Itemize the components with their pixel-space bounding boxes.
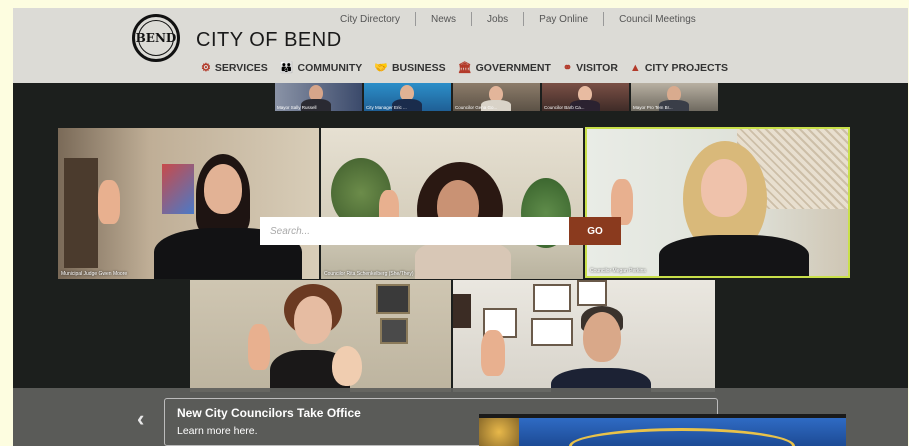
nav-item-government[interactable]: 🏛 GOVERNMENT bbox=[457, 61, 551, 75]
nav-label: CITY PROJECTS bbox=[644, 61, 729, 74]
thumbnail-city-manager[interactable]: City Manager Eric ... bbox=[364, 83, 451, 111]
slide-learn-more-link[interactable]: Learn more here. bbox=[177, 425, 258, 437]
seal-text: BEND bbox=[135, 31, 177, 45]
embedded-video-preview[interactable] bbox=[479, 414, 846, 446]
site-header: BEND CITY OF BEND City Directory News Jo… bbox=[13, 8, 908, 83]
binoculars-icon: ⚭ bbox=[562, 62, 573, 74]
util-link-jobs[interactable]: Jobs bbox=[472, 14, 523, 25]
utility-nav: City Directory News Jobs Pay Online Coun… bbox=[325, 12, 711, 26]
thumbnail-label: City Manager Eric ... bbox=[366, 105, 407, 110]
traffic-cone-icon: ▲ bbox=[629, 61, 641, 74]
nav-label: VISITOR bbox=[576, 61, 618, 74]
nav-item-services[interactable]: ⚙ SERVICES bbox=[201, 61, 268, 75]
video-tile-councilor-bottom-left bbox=[190, 280, 451, 392]
thumbnail-councilor-gena[interactable]: Councilor Gena Go... bbox=[453, 83, 540, 111]
nav-item-city-projects[interactable]: ▲ CITY PROJECTS bbox=[630, 62, 728, 74]
video-caption: Municipal Judge Gwen Moore bbox=[61, 271, 128, 277]
video-tile-judge: Municipal Judge Gwen Moore bbox=[58, 128, 319, 279]
nav-label: COMMUNITY bbox=[297, 61, 363, 74]
util-link-news[interactable]: News bbox=[416, 14, 471, 25]
video-tile-megan: Councilor Megan Perkins bbox=[585, 127, 850, 278]
thumbnail-mayor-pro-tem[interactable]: Mayor Pro Tem Br... bbox=[631, 83, 718, 111]
nav-item-business[interactable]: 🤝 BUSINESS bbox=[374, 61, 446, 75]
gear-icon: ⚙ bbox=[201, 62, 211, 74]
thumbnail-label: Mayor Pro Tem Br... bbox=[633, 105, 673, 110]
video-caption: Councilor Megan Perkins bbox=[590, 268, 646, 274]
util-link-city-directory[interactable]: City Directory bbox=[325, 14, 415, 25]
nav-label: BUSINESS bbox=[391, 61, 446, 74]
page-frame: BEND CITY OF BEND City Directory News Jo… bbox=[13, 8, 908, 446]
building-icon: 🏛 bbox=[457, 62, 472, 74]
search-go-button[interactable]: GO bbox=[569, 217, 621, 245]
thumbnail-label: Councilor Barb Ca... bbox=[544, 105, 585, 110]
nav-item-community[interactable]: 👪 COMMUNITY bbox=[279, 61, 363, 75]
city-name[interactable]: CITY OF BEND bbox=[196, 29, 342, 52]
thumbnail-label: Mayor Sally Russell bbox=[277, 105, 317, 110]
slide-title: New City Councilors Take Office bbox=[177, 406, 361, 420]
search-input[interactable]: Search... bbox=[260, 217, 569, 245]
chevron-left-icon[interactable]: ‹ bbox=[137, 406, 144, 432]
gallery-thumbnail-strip: Mayor Sally Russell City Manager Eric ..… bbox=[13, 83, 908, 113]
video-tile-rita: Councilor Rita Schenkelberg (She/They) bbox=[321, 128, 583, 279]
thumbnail-councilor-barb[interactable]: Councilor Barb Ca... bbox=[542, 83, 629, 111]
nav-item-visitor[interactable]: ⚭ VISITOR bbox=[562, 61, 618, 75]
video-tile-councilor-bottom-right bbox=[453, 280, 715, 392]
thumbnail-label: Councilor Gena Go... bbox=[455, 105, 498, 110]
util-link-council-meetings[interactable]: Council Meetings bbox=[604, 14, 711, 25]
city-seal-logo[interactable]: BEND bbox=[132, 14, 180, 62]
nav-label: SERVICES bbox=[214, 61, 268, 74]
family-icon: 👪 bbox=[279, 62, 294, 74]
thumbnail-mayor[interactable]: Mayor Sally Russell bbox=[275, 83, 362, 111]
main-nav: ⚙ SERVICES 👪 COMMUNITY 🤝 BUSINESS 🏛 GOVERNME… bbox=[201, 61, 740, 75]
nav-label: GOVERNMENT bbox=[475, 61, 551, 74]
video-caption: Councilor Rita Schenkelberg (She/They) bbox=[324, 271, 414, 277]
search-placeholder: Search... bbox=[270, 225, 311, 237]
util-link-pay-online[interactable]: Pay Online bbox=[524, 14, 603, 25]
handshake-icon: 🤝 bbox=[374, 62, 388, 74]
